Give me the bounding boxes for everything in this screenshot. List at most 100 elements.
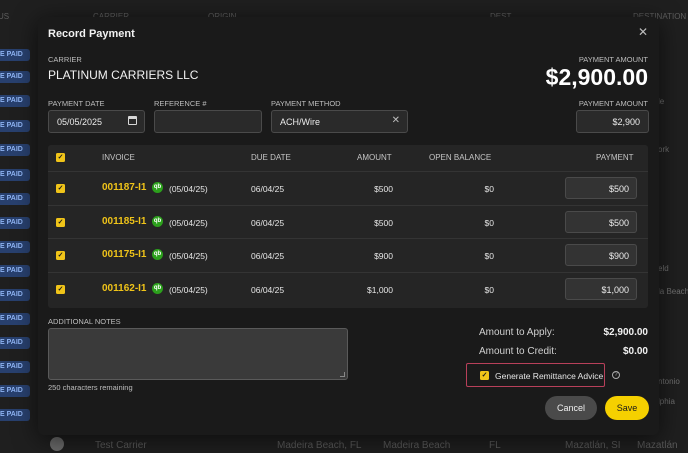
amount-to-apply-label: Amount to Apply: [479,327,555,338]
amount: $500 [374,218,393,228]
open-balance: $0 [484,184,494,194]
status-badge: E PAID [0,169,30,181]
due-date: 06/04/25 [251,251,285,261]
qb-sync-date: (05/04/25) [169,184,208,194]
carrier-label: CARRIER [48,55,82,64]
quickbooks-icon: qb [152,182,163,193]
row-checkbox[interactable]: ✓ [56,251,65,260]
qb-sync-date: (05/04/25) [169,251,208,261]
table-row: ✓ 001162-I1 qb (05/04/25) 06/04/25 $1,00… [48,272,648,305]
status-badge: E PAID [0,95,30,107]
bg-row-state: FL [489,440,501,451]
bg-city-text: ntonio [658,377,680,386]
payment-input[interactable]: $500 [565,177,637,199]
carrier-name: PLATINUM CARRIERS LLC [48,68,199,82]
header-payment: PAYMENT [596,153,634,162]
payment-amount-label: PAYMENT AMOUNT [578,55,648,64]
bg-city-text: lphia [658,397,675,406]
modal-title: Record Payment [48,28,135,40]
avatar [50,437,64,451]
open-balance: $0 [484,251,494,261]
status-badge: E PAID [0,265,30,277]
amount-to-credit-label: Amount to Credit: [479,346,557,357]
status-badge: E PAID [0,49,30,61]
due-date: 06/04/25 [251,285,285,295]
invoice-link[interactable]: 001185-I1 [102,216,147,227]
notes-textarea[interactable] [48,328,348,380]
due-date: 06/04/25 [251,218,285,228]
payment-method-label: PAYMENT METHOD [271,99,341,108]
amount: $900 [374,251,393,261]
cancel-button[interactable]: Cancel [545,396,597,420]
status-badge: E PAID [0,193,30,205]
header-amount: AMOUNT [357,153,392,162]
payment-amount-field-label: PAYMENT AMOUNT [578,99,648,108]
payment-method-select[interactable]: ACH/Wire ✕ [271,110,408,133]
bg-city-text: eld [658,264,669,273]
header-invoice: INVOICE [102,153,135,162]
bg-header-status: US [0,12,10,21]
select-all-checkbox[interactable]: ✓ [56,153,65,162]
table-row: ✓ 001185-I1 qb (05/04/25) 06/04/25 $500 … [48,205,648,238]
payment-input[interactable]: $500 [565,211,637,233]
row-checkbox[interactable]: ✓ [56,218,65,227]
close-icon[interactable]: ✕ [636,25,650,39]
record-payment-modal: Record Payment ✕ CARRIER PLATINUM CARRIE… [38,17,659,435]
quickbooks-icon: qb [152,283,163,294]
payment-input[interactable]: $1,000 [565,278,637,300]
reference-field[interactable] [154,110,262,133]
invoice-link[interactable]: 001187-I1 [102,182,147,193]
status-badge: E PAID [0,241,30,253]
background-table-row: Test Carrier Madeira Beach, FL Madeira B… [0,436,688,453]
invoice-link[interactable]: 001162-I1 [102,283,147,294]
table-row: ✓ 001187-I1 qb (05/04/25) 06/04/25 $500 … [48,171,648,204]
payment-date-field[interactable]: 05/05/2025 [48,110,145,133]
payment-amount-input[interactable]: $2,900 [576,110,649,133]
amount: $500 [374,184,393,194]
remittance-checkbox[interactable]: ✓ [480,371,489,380]
notes-label: ADDITIONAL NOTES [48,317,121,326]
payment-input[interactable]: $900 [565,244,637,266]
help-icon[interactable]: ? [612,371,620,379]
status-badge: E PAID [0,144,30,156]
row-checkbox[interactable]: ✓ [56,285,65,294]
bg-city-text: la Beach [658,287,688,296]
open-balance: $0 [484,218,494,228]
status-badge: E PAID [0,217,30,229]
bg-row-dest: Mazatlán, SI [565,440,621,451]
status-badge: E PAID [0,337,30,349]
due-date: 06/04/25 [251,184,285,194]
bg-row-origin: Madeira Beach, FL [277,440,362,451]
bg-row-dest-city: Mazatlán [637,440,678,451]
remittance-label: Generate Remittance Advice [495,371,604,381]
table-header: ✓ INVOICE DUE DATE AMOUNT OPEN BALANCE P… [48,145,648,171]
bg-row-origin-city: Madeira Beach [383,440,451,451]
payment-date-label: PAYMENT DATE [48,99,105,108]
reference-label: REFERENCE # [154,99,207,108]
status-badge: E PAID [0,71,30,83]
bg-row-carrier: Test Carrier [95,440,147,451]
open-balance: $0 [484,285,494,295]
header-open-balance: OPEN BALANCE [429,153,492,162]
remittance-advice-option[interactable]: ✓ Generate Remittance Advice ? [466,363,620,387]
status-badge: E PAID [0,289,30,301]
status-badge: E PAID [0,120,30,132]
quickbooks-icon: qb [152,249,163,260]
qb-sync-date: (05/04/25) [169,285,208,295]
resize-handle-icon[interactable] [340,372,345,377]
qb-sync-date: (05/04/25) [169,218,208,228]
status-badge: E PAID [0,313,30,325]
calendar-icon[interactable] [128,116,137,125]
status-badge: E PAID [0,385,30,397]
payment-date-value: 05/05/2025 [57,117,103,127]
reference-input[interactable] [163,117,253,127]
clear-icon[interactable]: ✕ [392,115,400,126]
save-button[interactable]: Save [605,396,649,420]
row-checkbox[interactable]: ✓ [56,184,65,193]
status-badge: E PAID [0,409,30,421]
status-badge: E PAID [0,361,30,373]
payment-amount-input-value: $2,900 [612,117,640,127]
bg-city-text: ork [658,145,670,154]
invoice-link[interactable]: 001175-I1 [102,249,147,260]
header-due-date: DUE DATE [251,153,291,162]
